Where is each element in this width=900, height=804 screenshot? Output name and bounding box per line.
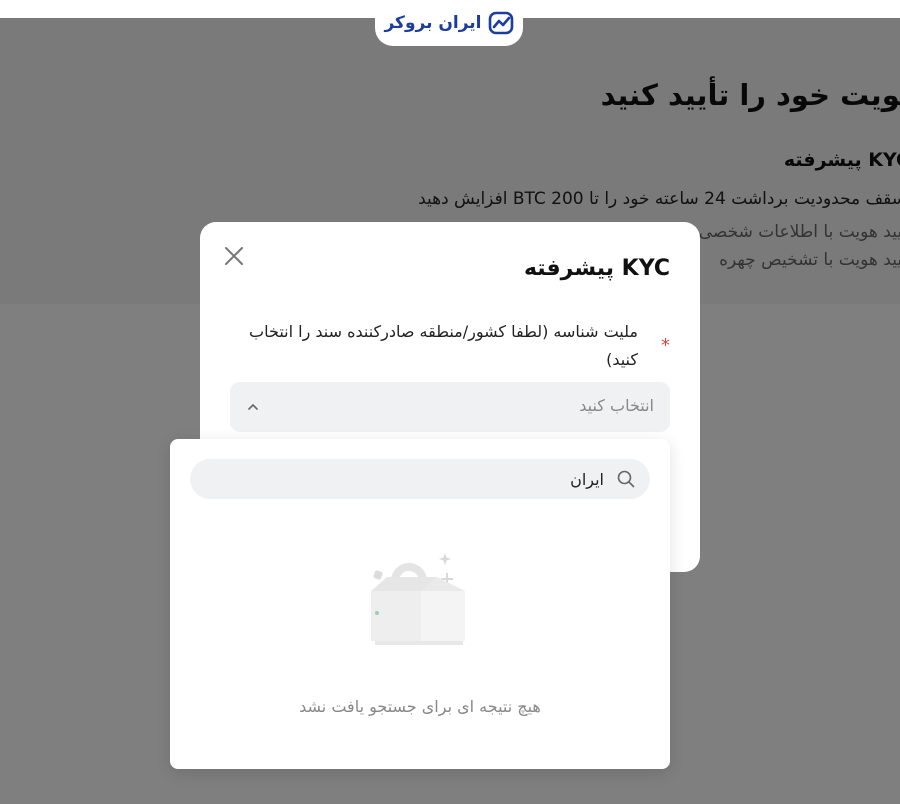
close-icon[interactable]: [222, 244, 246, 268]
logo-text: ایران بروکر: [384, 13, 482, 33]
header-logo[interactable]: ایران بروکر: [375, 0, 523, 46]
chevron-up-icon: [248, 404, 258, 410]
empty-box-icon: [371, 553, 465, 645]
nationality-field-label: ملیت شناسه (لطفا کشور/منطقه صادرکننده سن…: [249, 322, 638, 369]
nationality-select[interactable]: انتخاب کنید: [230, 382, 670, 432]
nationality-dropdown: هیچ نتیجه ای برای جستجو یافت نشد: [170, 439, 670, 769]
country-search-field[interactable]: [190, 459, 650, 499]
trend-chart-icon: [488, 11, 513, 35]
search-icon: [617, 470, 635, 488]
select-placeholder: انتخاب کنید: [579, 396, 654, 415]
required-mark: *: [661, 335, 670, 356]
modal-title: KYC پیشرفته: [523, 256, 670, 281]
country-search-input[interactable]: [224, 459, 604, 499]
empty-result-message: هیچ نتیجه ای برای جستجو یافت نشد: [299, 697, 541, 716]
